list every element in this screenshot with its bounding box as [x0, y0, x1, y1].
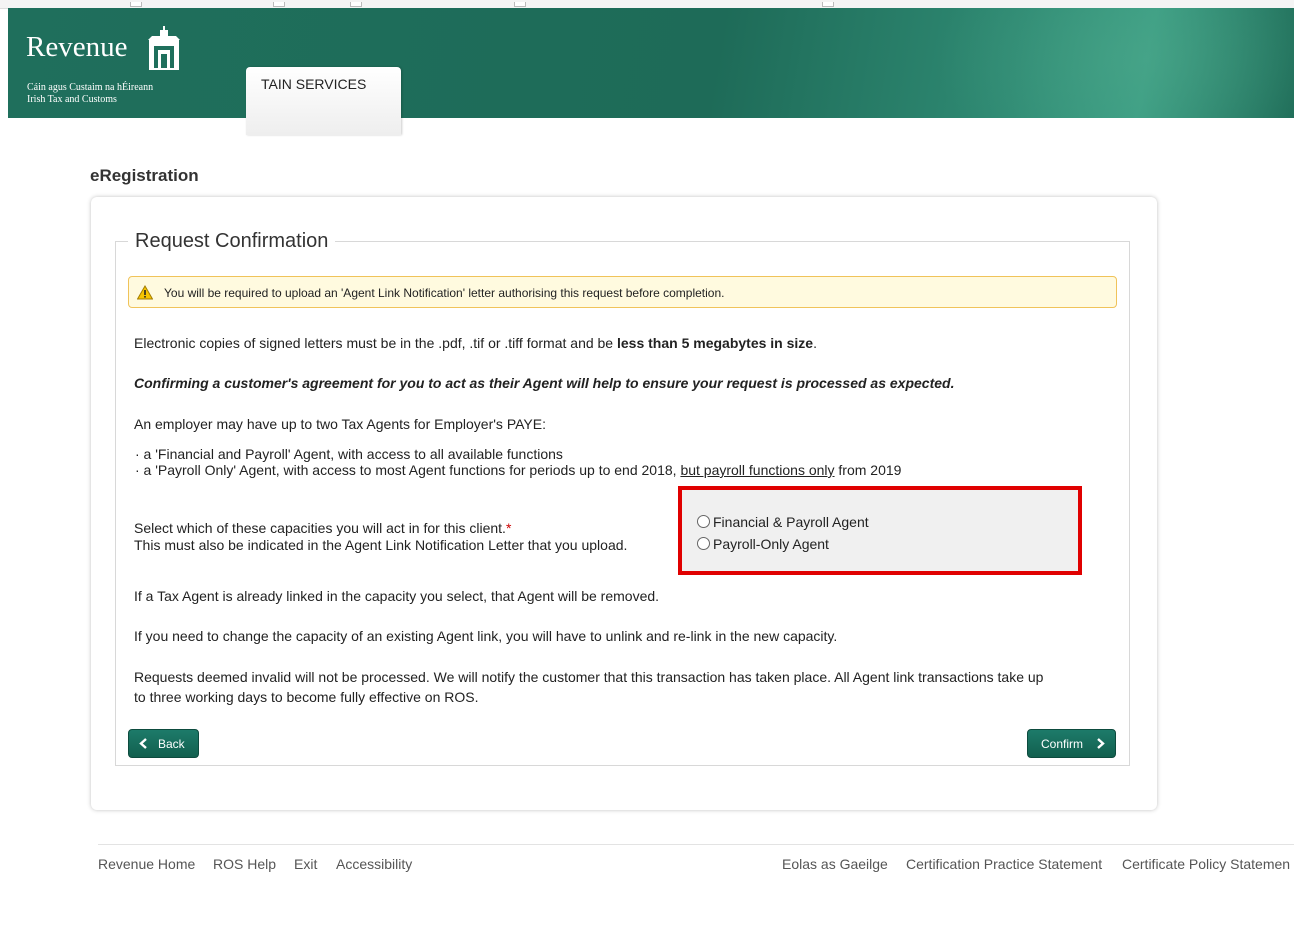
footer-link-exit[interactable]: Exit: [294, 856, 317, 872]
radio-payroll-only[interactable]: Payroll-Only Agent: [697, 536, 829, 552]
custom-house-icon: [146, 26, 182, 75]
required-marker: *: [505, 520, 512, 536]
radio-label: Financial & Payroll Agent: [713, 514, 869, 530]
radio-button[interactable]: [697, 515, 710, 528]
capacity-radio-group-highlight: [678, 486, 1082, 575]
page-title: eRegistration: [90, 166, 199, 185]
footer-link-certification-practice-statement[interactable]: Certification Practice Statement: [906, 856, 1102, 872]
site-header: Revenue Cáin agus Custaim na hÉireann Ir…: [8, 8, 1294, 118]
confirm-button[interactable]: Confirm: [1027, 729, 1116, 758]
bullet-payroll-only: · a 'Payroll Only' Agent, with access to…: [135, 463, 901, 477]
chevron-right-icon: [1096, 738, 1105, 752]
toolbar-button[interactable]: [822, 2, 834, 7]
bullet-payroll-only-text: · a 'Payroll Only' Agent, with access to…: [135, 462, 681, 478]
file-format-paragraph: Electronic copies of signed letters must…: [134, 335, 817, 351]
toolbar-button[interactable]: [273, 2, 285, 7]
tab-label: TAIN SERVICES: [261, 76, 367, 92]
bullet-financial-payroll: · a 'Financial and Payroll' Agent, with …: [135, 446, 563, 462]
footer-link-revenue-home[interactable]: Revenue Home: [98, 856, 195, 872]
invalid-request-note-line1: Requests deemed invalid will not be proc…: [134, 669, 1044, 685]
invalid-request-note-line2: to three working days to become fully ef…: [134, 689, 479, 705]
confirm-label: Confirm: [1041, 737, 1084, 751]
existing-agent-note: If a Tax Agent is already linked in the …: [134, 588, 660, 604]
radio-button[interactable]: [697, 537, 710, 550]
footer-link-accessibility[interactable]: Accessibility: [336, 856, 412, 872]
logo-irish-subtitle: Cáin agus Custaim na hÉireann: [27, 82, 154, 93]
radio-label: Payroll-Only Agent: [713, 536, 829, 552]
agent-limit-paragraph: An employer may have up to two Tax Agent…: [134, 416, 546, 432]
payroll-only-emphasis: but payroll functions only: [680, 462, 835, 478]
logo-wordmark: Revenue: [26, 31, 128, 63]
footer-link-ros-help[interactable]: ROS Help: [213, 856, 276, 872]
toolbar-button[interactable]: [514, 2, 526, 7]
change-capacity-note: If you need to change the capacity of an…: [134, 628, 838, 644]
back-label: Back: [158, 737, 185, 751]
footer-link-certificate-policy-statement[interactable]: Certificate Policy Statemen: [1122, 856, 1290, 872]
header-decoration: [934, 8, 1294, 118]
alert-text: You will be required to upload an 'Agent…: [164, 286, 725, 300]
toolbar-button[interactable]: [350, 2, 362, 7]
capacity-select-label: Select which of these capacities you wil…: [134, 520, 511, 536]
logo-english-subtitle: Irish Tax and Customs: [27, 94, 117, 105]
footer-divider: [98, 844, 1294, 845]
section-legend: Request Confirmation: [128, 230, 336, 253]
capacity-select-note: This must also be indicated in the Agent…: [134, 537, 628, 553]
bullet-payroll-only-end: from 2019: [834, 462, 902, 478]
warning-icon: [136, 284, 154, 305]
chevron-left-icon: [139, 738, 148, 752]
file-format-text: Electronic copies of signed letters must…: [134, 335, 617, 351]
capacity-label-text: Select which of these capacities you wil…: [134, 520, 506, 536]
tab-tain-services[interactable]: TAIN SERVICES: [246, 67, 401, 135]
file-size-limit: less than 5 megabytes in size: [617, 335, 814, 351]
radio-financial-payroll[interactable]: Financial & Payroll Agent: [697, 514, 869, 530]
toolbar-button[interactable]: [130, 2, 142, 7]
back-button[interactable]: Back: [128, 729, 199, 758]
confirmation-note: Confirming a customer's agreement for yo…: [134, 375, 955, 391]
warning-alert: You will be required to upload an 'Agent…: [128, 276, 1117, 308]
file-format-end: .: [813, 335, 817, 351]
footer-link-eolas-as-gaeilge[interactable]: Eolas as Gaeilge: [782, 856, 888, 872]
